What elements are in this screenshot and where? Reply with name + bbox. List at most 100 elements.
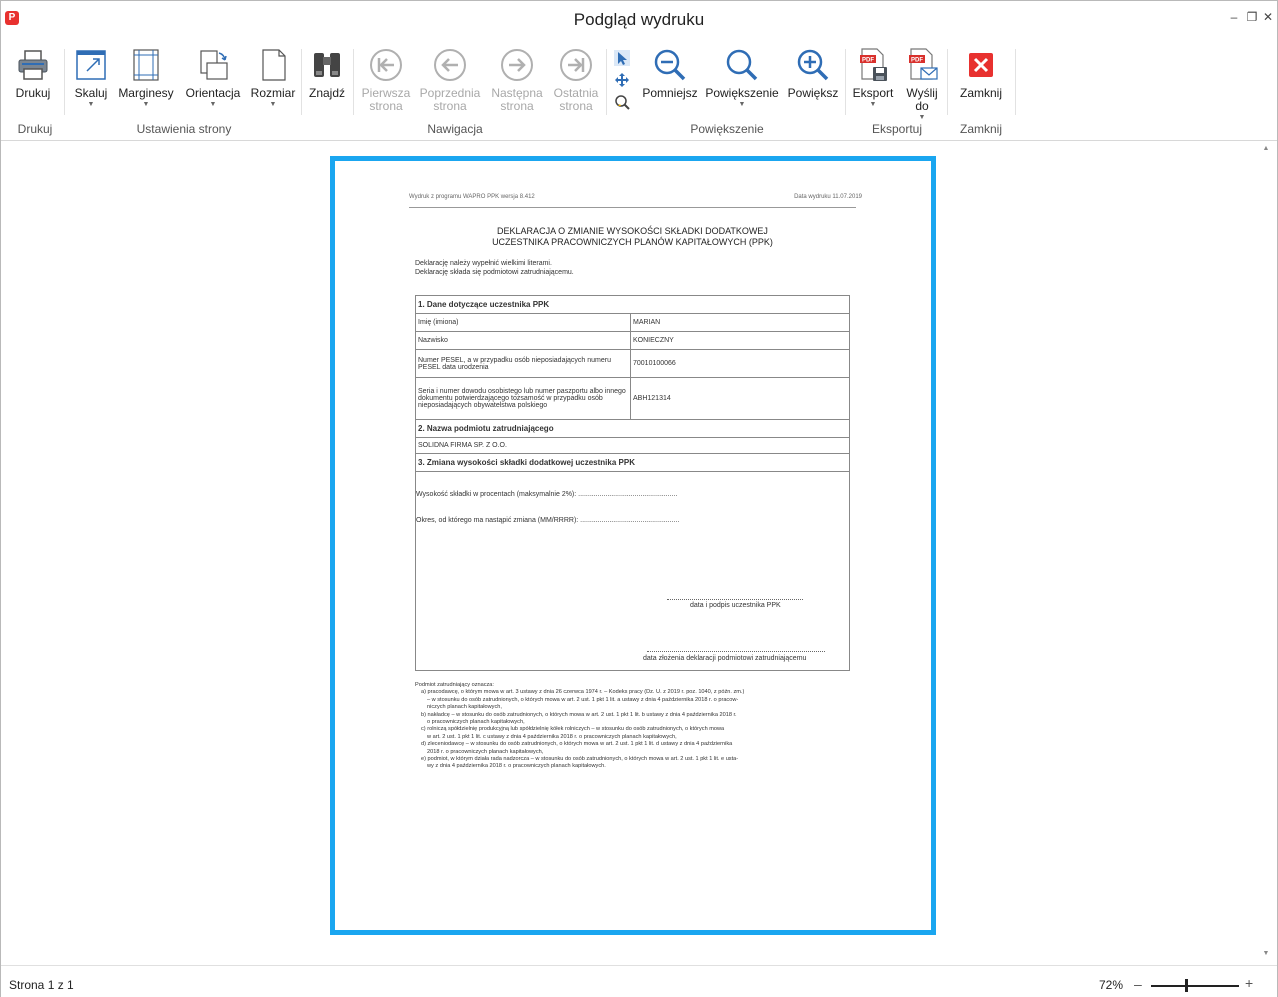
footnote-c-cont: w art. 2 ust. 1 pkt 1 lit. c ustawy z dn… [427, 733, 677, 740]
footnote-d: d) zleceniodawcę – w stosunku do osób za… [421, 741, 733, 748]
zoom-out-label: Pomniejsz [642, 86, 698, 100]
footnote-a: a) pracodawcę, o którym mowa w art. 3 us… [421, 689, 745, 696]
first-page-label: Pierwsza strona [361, 86, 411, 113]
zoom-in-button[interactable]: Powiększ [785, 47, 841, 100]
window-title: Podgląd wydruku [573, 10, 705, 29]
zoom-slider-track[interactable] [1151, 985, 1239, 987]
separator [64, 49, 65, 115]
page-indicator: Strona 1 z 1 [9, 978, 74, 992]
scale-icon [76, 50, 106, 80]
vertical-scrollbar[interactable]: ▲ ▼ [1261, 145, 1271, 957]
chevron-down-icon: ▼ [269, 101, 277, 108]
print-header-right: Data wydruku 11.07.2019 [794, 194, 862, 200]
participant-signature-label: data i podpis uczestnika PPK [690, 602, 781, 609]
close-icon [969, 53, 993, 77]
intro-line-1: Deklarację należy wypełnić wielkimi lite… [415, 260, 552, 267]
employer-name: SOLIDNA FIRMA SP. Z O.O. [415, 437, 850, 454]
svg-text:PDF: PDF [862, 58, 874, 64]
hand-tool-icon[interactable] [614, 72, 630, 88]
zoom-tool-icon[interactable] [614, 94, 630, 110]
contribution-line: Wysokość składki w procentach (maksymaln… [416, 491, 678, 498]
restore-button[interactable]: ❐ [1244, 9, 1260, 25]
chevron-down-icon: ▼ [142, 101, 150, 108]
scale-label: Skaluj [74, 86, 108, 100]
zoom-out-button[interactable]: Pomniejsz [641, 47, 699, 100]
first-page-button[interactable]: Pierwsza strona [359, 47, 413, 113]
orientation-button[interactable]: Orientacja ▼ [183, 47, 243, 109]
send-to-button[interactable]: PDF Wyślij do ▼ [901, 47, 943, 122]
title-bar: P Podgląd wydruku – ❐ ✕ [1, 1, 1277, 39]
find-label: Znajdź [308, 86, 346, 100]
orientation-icon [200, 50, 228, 80]
previous-page-label: Poprzednia strona [419, 86, 481, 113]
footnote-a-cont: – w stosunku do osób zatrudnionych, o kt… [427, 696, 739, 703]
section-1-heading: 1. Dane dotyczące uczestnika PPK [415, 295, 850, 314]
pointer-tool-icon[interactable] [614, 50, 630, 66]
footnotes: Podmiot zatrudniający oznacza: a) pracod… [415, 682, 744, 771]
separator [947, 49, 948, 115]
title-line-2: UCZESTNIKA PRACOWNICZYCH PLANÓW KAPITAŁO… [492, 237, 773, 247]
intro-line-2: Deklarację składa się podmiotowi zatrudn… [415, 269, 574, 276]
zoom-minus-button[interactable]: – [1134, 976, 1142, 992]
separator [845, 49, 846, 115]
pdf-export-icon: PDF [860, 48, 887, 81]
margins-button[interactable]: Marginesy ▼ [116, 47, 176, 109]
scroll-down-icon[interactable]: ▼ [1261, 950, 1271, 957]
section-3-heading: 3. Zmiana wysokości składki dodatkowej u… [415, 453, 850, 472]
close-preview-label: Zamknij [959, 86, 1002, 100]
minimize-button[interactable]: – [1226, 9, 1242, 25]
zoom-in-icon [797, 49, 829, 81]
employer-signature-label: data złożenia deklaracji podmiotowi zatr… [643, 655, 807, 662]
employer-signature-line [647, 651, 825, 652]
first-page-icon [370, 49, 402, 81]
field-value: KONIECZNY [630, 331, 850, 350]
group-page-setup: Ustawienia strony [136, 122, 232, 136]
document-page[interactable]: Wydruk z programu WAPRO PPK wersja 8.412… [330, 156, 936, 935]
scroll-up-icon[interactable]: ▲ [1261, 145, 1271, 152]
chevron-down-icon: ▼ [738, 101, 746, 108]
zoom-out-icon [654, 49, 686, 81]
group-close: Zamknij [959, 122, 1002, 136]
footnote-d-cont: 2018 r. o pracowniczych planach kapitało… [427, 748, 544, 755]
scale-button[interactable]: Skaluj ▼ [69, 47, 113, 109]
declaration-form: 1. Dane dotyczące uczestnika PPK Imię (i… [415, 295, 850, 472]
document-title: DEKLARACJA O ZMIANIE WYSOKOŚCI SKŁADKI D… [409, 226, 856, 248]
section-3-box [415, 471, 850, 671]
find-button[interactable]: Znajdź [305, 47, 349, 100]
svg-text:PDF: PDF [911, 58, 923, 64]
magnification-button[interactable]: Powiększenie ▼ [705, 47, 779, 109]
print-header-left: Wydruk z programu WAPRO PPK wersja 8.412 [409, 194, 535, 200]
title-line-1: DEKLARACJA O ZMIANIE WYSOKOŚCI SKŁADKI D… [497, 226, 768, 236]
footnote-b: b) nakładcę – w stosunku do osób zatrudn… [421, 711, 737, 718]
close-preview-button[interactable]: Zamknij [954, 47, 1008, 100]
section-2-heading: 2. Nazwa podmiotu zatrudniającego [415, 419, 850, 438]
field-label: Nazwisko [415, 331, 631, 350]
magnification-label: Powiększenie [705, 86, 779, 100]
orientation-label: Orientacja [185, 86, 241, 100]
zoom-slider-thumb[interactable] [1185, 979, 1188, 992]
export-button[interactable]: PDF Eksport ▼ [849, 47, 897, 109]
margins-label: Marginesy [118, 86, 174, 100]
previous-page-button[interactable]: Poprzednia strona [419, 47, 481, 113]
last-page-button[interactable]: Ostatnia strona [550, 47, 602, 113]
previous-page-icon [434, 49, 466, 81]
close-window-button[interactable]: ✕ [1260, 9, 1276, 25]
chevron-down-icon: ▼ [918, 114, 926, 121]
field-label: Seria i numer dowodu osobistego lub nume… [415, 377, 631, 420]
next-page-button[interactable]: Następna strona [488, 47, 546, 113]
magnifier-icon [726, 49, 758, 81]
page-size-icon [262, 49, 286, 81]
status-bar: Strona 1 z 1 72% – + [1, 965, 1277, 997]
size-button[interactable]: Rozmiar ▼ [249, 47, 297, 109]
group-navigation: Nawigacja [427, 122, 483, 136]
print-button[interactable]: Drukuj [9, 47, 57, 100]
period-line: Okres, od którego ma nastąpić zmiana (MM… [416, 517, 680, 524]
footnote-intro: Podmiot zatrudniający oznacza: [415, 682, 494, 688]
field-value: MARIAN [630, 313, 850, 332]
print-label: Drukuj [15, 86, 51, 100]
size-label: Rozmiar [250, 86, 296, 100]
margins-icon [133, 49, 159, 81]
separator [606, 49, 607, 115]
zoom-plus-button[interactable]: + [1245, 975, 1253, 991]
chevron-down-icon: ▼ [209, 101, 217, 108]
